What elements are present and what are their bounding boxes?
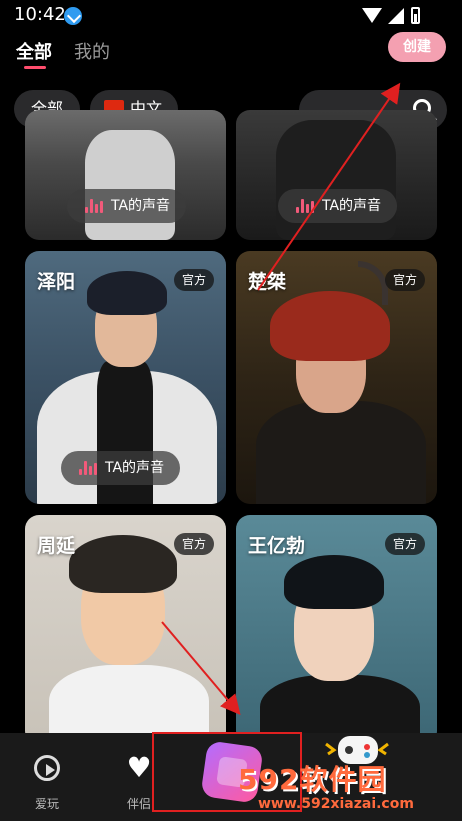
signal-icon xyxy=(388,8,404,24)
voice-preview-button[interactable]: TA的声音 xyxy=(67,189,187,223)
character-card[interactable]: 楚桀 官方 xyxy=(236,251,437,504)
nav-label: 爱玩 xyxy=(34,797,59,811)
horn-icon xyxy=(358,261,388,305)
voice-label: TA的声音 xyxy=(322,198,382,214)
character-card[interactable]: 周延 官方 xyxy=(25,515,226,745)
create-button[interactable]: 创建 xyxy=(388,32,446,62)
nav-item-play[interactable]: 爱玩 xyxy=(12,733,82,821)
character-card[interactable]: TA的声音 xyxy=(25,110,226,240)
character-name: 周延 xyxy=(37,535,76,557)
voice-preview-button[interactable]: TA的声音 xyxy=(61,451,181,485)
download-icon xyxy=(64,7,82,25)
character-name: 楚桀 xyxy=(248,271,287,293)
character-card[interactable]: 王亿勃 官方 xyxy=(236,515,437,745)
voice-preview-button[interactable]: TA的声音 xyxy=(278,189,398,223)
sound-wave-icon xyxy=(85,199,103,213)
card-portrait xyxy=(85,130,175,240)
tab-all[interactable]: 全部 xyxy=(16,38,52,64)
voice-label: TA的声音 xyxy=(111,198,171,214)
official-badge: 官方 xyxy=(173,533,214,555)
character-name: 泽阳 xyxy=(37,271,76,293)
active-tab-indicator xyxy=(24,66,46,69)
character-card[interactable]: TA的声音 xyxy=(236,110,437,240)
status-icons xyxy=(362,6,432,26)
status-time: 10:42 xyxy=(14,4,66,25)
heart-icon: ♥ xyxy=(126,751,152,784)
voice-label: TA的声音 xyxy=(105,460,165,476)
official-badge: 官方 xyxy=(384,533,425,555)
official-badge: 官方 xyxy=(384,269,425,291)
wifi-icon xyxy=(362,8,382,23)
sound-wave-icon xyxy=(79,461,97,475)
character-name: 王亿勃 xyxy=(248,535,306,557)
official-badge: 官方 xyxy=(173,269,214,291)
play-icon xyxy=(34,755,60,781)
battery-icon xyxy=(411,7,420,24)
sound-wave-icon xyxy=(296,199,314,213)
watermark-url: www.592xiazai.com xyxy=(258,796,414,812)
character-card[interactable]: 泽阳 官方 TA的声音 xyxy=(25,251,226,504)
card-portrait xyxy=(256,401,426,504)
status-bar: 10:42 xyxy=(0,0,462,32)
tab-mine[interactable]: 我的 xyxy=(74,38,110,64)
watermark-brand: 592软件园 xyxy=(238,763,387,796)
